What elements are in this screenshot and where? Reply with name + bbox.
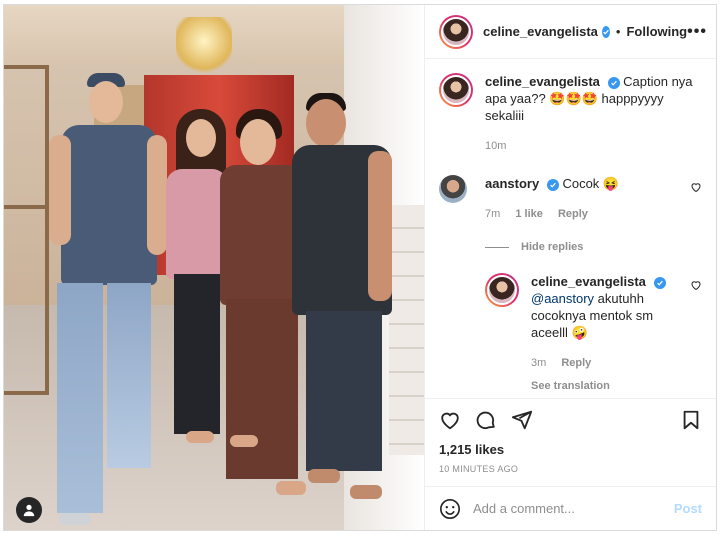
avatar[interactable] [439, 14, 473, 49]
reply-item: celine_evangelista @aanstory akutuhh coc… [485, 273, 702, 395]
likes-count[interactable]: 1,215 likes [425, 440, 716, 457]
comment-time: 7m [485, 208, 501, 220]
verified-icon [607, 76, 620, 89]
caption: celine_evangelista Caption nya apa yaa??… [439, 73, 702, 155]
reply-time: 3m [531, 357, 547, 369]
avatar[interactable] [485, 273, 519, 307]
add-comment-bar: Post [425, 486, 716, 530]
hide-replies-button[interactable]: Hide replies [485, 241, 702, 253]
post-timestamp: 10 MINUTES AGO [439, 464, 519, 474]
reply-reply-button[interactable]: Reply [561, 357, 591, 369]
comment-likes[interactable]: 1 like [515, 208, 543, 220]
shelf [4, 65, 49, 395]
caption-time: 10m [485, 140, 507, 152]
heart-icon[interactable] [439, 409, 461, 431]
heart-icon[interactable] [690, 181, 702, 193]
user-tag-icon[interactable] [16, 497, 42, 523]
see-translation-button[interactable]: See translation [531, 378, 690, 395]
reply-username[interactable]: celine_evangelista [531, 274, 646, 289]
avatar[interactable] [439, 73, 473, 107]
verified-icon [601, 25, 610, 38]
shelf-rail [4, 205, 49, 209]
verified-icon [546, 178, 559, 191]
comment-input[interactable] [473, 501, 674, 516]
verified-icon [653, 276, 666, 289]
caption-username[interactable]: celine_evangelista [485, 74, 600, 89]
hide-replies-label: Hide replies [521, 241, 584, 253]
post-header: celine_evangelista • Following ••• [425, 5, 716, 59]
avatar[interactable] [439, 175, 467, 203]
comment-item: aanstory Cocok 😝 7m 1 like Reply [439, 175, 702, 223]
post-side-panel: celine_evangelista • Following ••• celin… [424, 5, 716, 530]
emoji-icon[interactable] [439, 498, 461, 520]
reply-mention[interactable]: @aanstory [531, 291, 594, 306]
more-options-icon[interactable]: ••• [687, 23, 707, 41]
comment-icon[interactable] [475, 409, 497, 431]
post-photo[interactable] [4, 5, 424, 530]
comment-reply-button[interactable]: Reply [558, 208, 588, 220]
heart-icon[interactable] [690, 279, 702, 291]
person-4 [288, 93, 398, 513]
following-button[interactable]: Following [626, 24, 687, 39]
post-modal: celine_evangelista • Following ••• celin… [3, 4, 717, 531]
bookmark-icon[interactable] [680, 409, 702, 431]
comments-section: celine_evangelista Caption nya apa yaa??… [425, 59, 716, 398]
person-1 [49, 73, 169, 528]
comment-text: Cocok 😝 [562, 176, 620, 191]
author-username[interactable]: celine_evangelista [483, 24, 598, 39]
follow-separator: • [615, 24, 621, 39]
chandelier [176, 17, 232, 77]
post-actions [425, 398, 716, 440]
share-icon[interactable] [511, 409, 533, 431]
post-comment-button[interactable]: Post [674, 501, 702, 516]
comment-username[interactable]: aanstory [485, 176, 539, 191]
